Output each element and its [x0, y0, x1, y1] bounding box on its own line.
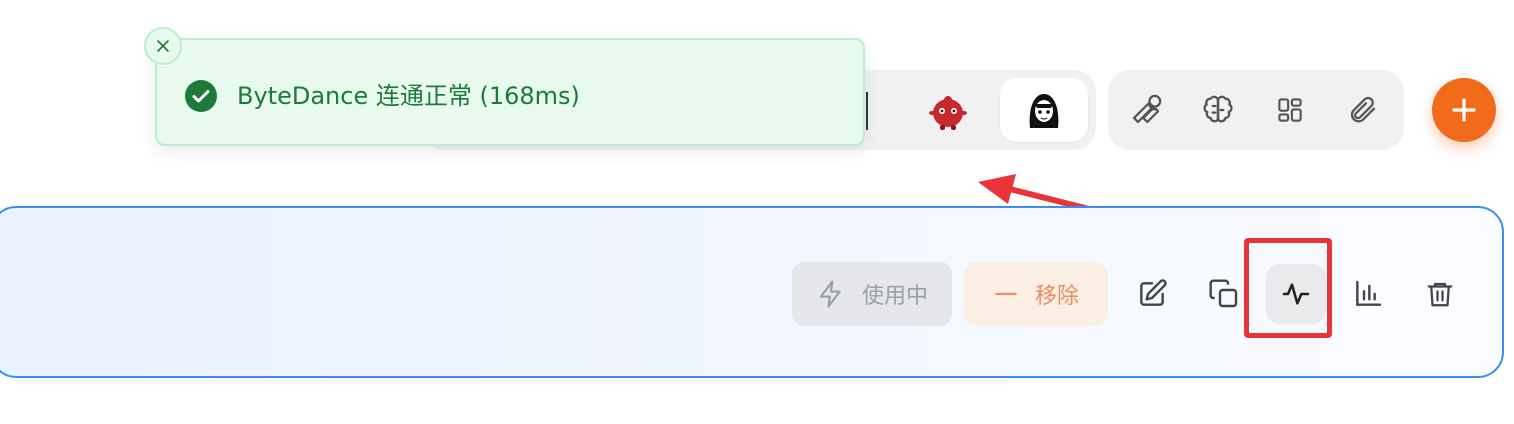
delete-button[interactable]: [1410, 264, 1470, 324]
red-mascot-avatar[interactable]: [904, 78, 992, 142]
lightning-icon: [819, 280, 841, 308]
tool-button-paperclip[interactable]: [1338, 86, 1386, 134]
brain-icon: [1203, 95, 1233, 123]
wrench-icon: [1132, 94, 1162, 124]
tool-button-wrench[interactable]: [1122, 86, 1170, 134]
remove-button[interactable]: 移除: [964, 262, 1108, 326]
red-mascot-icon: [929, 96, 967, 130]
anime-girl-icon: [1024, 90, 1064, 130]
divider: [866, 92, 868, 130]
remove-label: 移除: [1034, 284, 1079, 309]
in-use-label: 使用中: [861, 284, 928, 309]
in-use-button[interactable]: 使用中: [792, 262, 952, 326]
annotation-highlight-box: [1244, 238, 1332, 338]
plus-icon: [1452, 98, 1476, 122]
edit-icon: [1140, 279, 1167, 306]
minus-icon: [995, 292, 1017, 296]
tool-button-apps[interactable]: [1266, 86, 1314, 134]
toast-message: ByteDance 连通正常 (168ms): [237, 82, 580, 110]
tool-button-brain[interactable]: [1194, 86, 1242, 134]
bar-chart-icon: [1356, 280, 1382, 306]
success-toast: ByteDance 连通正常 (168ms): [155, 38, 865, 146]
edit-button[interactable]: [1122, 264, 1182, 324]
add-button[interactable]: [1432, 78, 1496, 142]
paperclip-icon: [1350, 96, 1376, 123]
check-circle-icon: [185, 80, 217, 112]
trash-icon: [1427, 282, 1453, 307]
stats-button[interactable]: [1338, 264, 1398, 324]
toast-close-button[interactable]: [144, 27, 182, 65]
toolbar-group: [1108, 70, 1404, 150]
anime-girl-avatar[interactable]: [1000, 78, 1088, 142]
copy-icon: [1209, 279, 1238, 308]
close-icon: [157, 40, 169, 52]
apps-grid-icon: [1278, 98, 1302, 122]
